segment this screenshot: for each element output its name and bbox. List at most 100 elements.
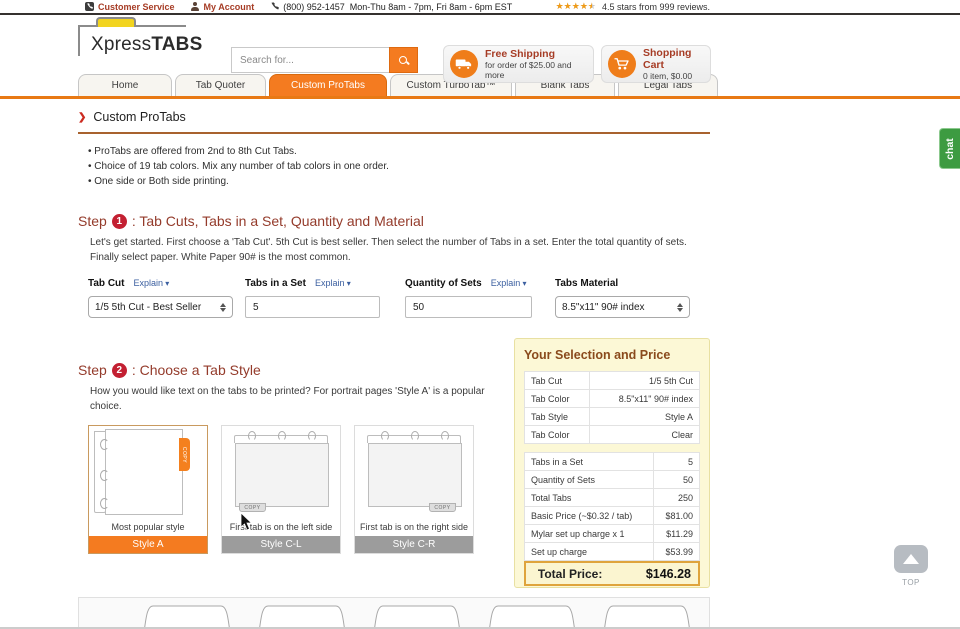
table-row: Quantity of Sets 50 <box>523 470 700 489</box>
table-row: Tab Color Clear <box>524 425 701 444</box>
quantity-explain-link[interactable]: Explain <box>491 278 527 288</box>
style-a-orange-tab: COPY <box>179 438 190 471</box>
rating-text: 4.5 stars from 999 reviews. <box>601 1 710 12</box>
phone-hours: (800) 952-1457 Mon-Thu 8am - 7pm, Fri 8a… <box>270 2 512 12</box>
site-header: XpressTABS Free Shipping for order of $2… <box>0 15 960 83</box>
chat-label: chat <box>944 137 956 160</box>
quantity-of-sets-label: Quantity of Sets <box>405 278 482 289</box>
step2-description: How you would like text on the tabs to b… <box>90 386 485 412</box>
logo-text-bold: TABS <box>151 34 203 55</box>
handset-icon <box>271 2 280 10</box>
nav-tab-tab-quoter[interactable]: Tab Quoter <box>175 74 266 96</box>
style-cl-card[interactable]: COPY First tab is on the left side Style… <box>221 425 341 554</box>
style-a-name: Style A <box>89 536 207 553</box>
phone-square-icon <box>85 2 94 11</box>
table-row: Total Tabs 250 <box>523 488 700 507</box>
nav-accent-rule <box>0 96 960 99</box>
my-account-label: My Account <box>203 1 255 12</box>
panel-title: Your Selection and Price <box>524 348 671 362</box>
tabs-in-set-input[interactable] <box>245 296 380 318</box>
main-content: ❯ Custom ProTabs ProTabs are offered fro… <box>78 110 710 629</box>
top-utility-bar: Customer Service My Account (800) 952-14… <box>0 0 960 15</box>
free-shipping-sub: for order of $25.00 and more <box>485 60 572 80</box>
customer-service-label: Customer Service <box>98 1 175 12</box>
page-title: ❯ Custom ProTabs <box>78 110 710 134</box>
style-a-card[interactable]: COPY Most popular style Style A <box>88 425 208 554</box>
style-a-caption: Most popular style <box>111 522 185 532</box>
quantity-of-sets-input[interactable] <box>405 296 532 318</box>
cart-sub: 0 item, $0.00 <box>643 71 693 81</box>
table-row: Mylar set up charge x 1 $11.29 <box>523 524 700 543</box>
up-arrow-icon <box>903 554 919 564</box>
tab-cut-select[interactable]: 1/5 5th Cut - Best Seller <box>88 296 233 318</box>
tab-set-preview <box>78 597 710 629</box>
tab-cut-explain-link[interactable]: Explain <box>133 278 169 288</box>
nav-tab-custom-protabs[interactable]: Custom ProTabs <box>269 74 387 96</box>
total-price-row: Total Price: $146.28 <box>524 561 700 586</box>
search-button[interactable] <box>389 47 418 73</box>
customer-service-link[interactable]: Customer Service <box>85 2 175 12</box>
style-cr-card[interactable]: COPY First tab is on the right side Styl… <box>354 425 474 554</box>
cart-icon <box>608 50 636 78</box>
bullet-item: One side or Both side printing. <box>88 174 710 189</box>
style-cr-diagram: COPY <box>355 426 473 519</box>
tabs-in-set-explain-link[interactable]: Explain <box>315 278 351 288</box>
search-input[interactable] <box>231 47 389 73</box>
free-shipping-title: Free Shipping <box>485 48 556 60</box>
scroll-top-control[interactable]: TOP <box>894 545 928 587</box>
table-row: Tab Color 8.5"x11" 90# index <box>524 389 701 408</box>
tabs-in-set-label: Tabs in a Set <box>245 278 306 289</box>
table-row: Tab Cut 1/5 5th Cut <box>524 371 701 390</box>
person-icon <box>191 2 200 11</box>
price-table: Tabs in a Set 5 Quantity of Sets 50 Total … <box>523 452 700 561</box>
style-cl-name: Style C-L <box>222 536 340 553</box>
bullet-item: Choice of 19 tab colors. Mix any number … <box>88 159 710 174</box>
shopping-cart-button[interactable]: Shopping Cart 0 item, $0.00 <box>601 45 711 83</box>
rating: ★★★★★ ★★★★★ 4.5 stars from 999 reviews. <box>556 2 710 12</box>
phone-number: (800) 952-1457 <box>283 1 345 12</box>
logo-folder-tab-icon <box>96 17 136 27</box>
chat-button[interactable]: chat <box>939 128 960 169</box>
step1-heading: Step 1 : Tab Cuts, Tabs in a Set, Quanti… <box>78 213 424 229</box>
tab-cut-label: Tab Cut <box>88 278 125 289</box>
style-cr-caption: First tab is on the right side <box>359 522 469 532</box>
tabs-material-label: Tabs Material <box>555 278 619 289</box>
table-row: Set up charge $53.99 <box>523 542 700 561</box>
truck-icon <box>450 50 478 78</box>
my-account-link[interactable]: My Account <box>191 1 255 12</box>
step2-number-badge: 2 <box>111 362 127 378</box>
style-a-diagram: COPY <box>89 426 207 519</box>
star-rating-icon: ★★★★★ ★★★★★ <box>555 1 596 11</box>
total-price-value: $146.28 <box>645 566 691 581</box>
tab-shapes-graphic <box>143 605 691 629</box>
select-stepper-icon <box>220 302 226 312</box>
logo-text-light: Xpress <box>91 34 152 55</box>
tabs-material-select[interactable]: 8.5"x11" 90# index <box>555 296 690 318</box>
tab-style-cards: COPY Most popular style Style A COPY Fir… <box>88 425 502 554</box>
step1-number-badge: 1 <box>111 213 127 229</box>
table-row: Tab Style Style A <box>524 407 701 426</box>
style-cl-caption: First tab is on the left side <box>229 522 333 532</box>
table-row: Basic Price (~$0.32 / tab) $81.00 <box>523 506 700 525</box>
style-cr-name: Style C-R <box>355 536 473 553</box>
free-shipping-badge: Free Shipping for order of $25.00 and mo… <box>443 45 594 83</box>
style-cl-diagram: COPY <box>222 426 340 519</box>
step1-form: Tab Cut Explain 1/5 5th Cut - Best Selle… <box>88 278 710 318</box>
chevron-right-icon: ❯ <box>78 111 87 123</box>
selection-price-panel: Your Selection and Price Tab Cut 1/5 5th … <box>514 338 710 588</box>
bullet-item: ProTabs are offered from 2nd to 8th Cut … <box>88 144 710 159</box>
scroll-top-button[interactable] <box>894 545 928 573</box>
select-stepper-icon <box>677 302 683 312</box>
search-icon <box>399 55 408 65</box>
nav-tab-home[interactable]: Home <box>78 74 172 96</box>
feature-bullets: ProTabs are offered from 2nd to 8th Cut … <box>88 144 710 189</box>
logo[interactable]: XpressTABS <box>78 17 202 56</box>
cart-title: Shopping Cart <box>643 47 692 71</box>
total-price-label: Total Price: <box>537 566 603 581</box>
step2-heading: Step 2 : Choose a Tab Style <box>78 362 261 378</box>
spec-table: Tab Cut 1/5 5th Cut Tab Color 8.5"x11" 90#… <box>524 371 701 444</box>
hours-text: Mon-Thu 8am - 7pm, Fri 8am - 6pm EST <box>349 1 513 12</box>
scroll-top-label: TOP <box>902 578 920 587</box>
search-bar <box>231 47 418 73</box>
step1-description: Let's get started. First choose a 'Tab C… <box>90 237 687 263</box>
